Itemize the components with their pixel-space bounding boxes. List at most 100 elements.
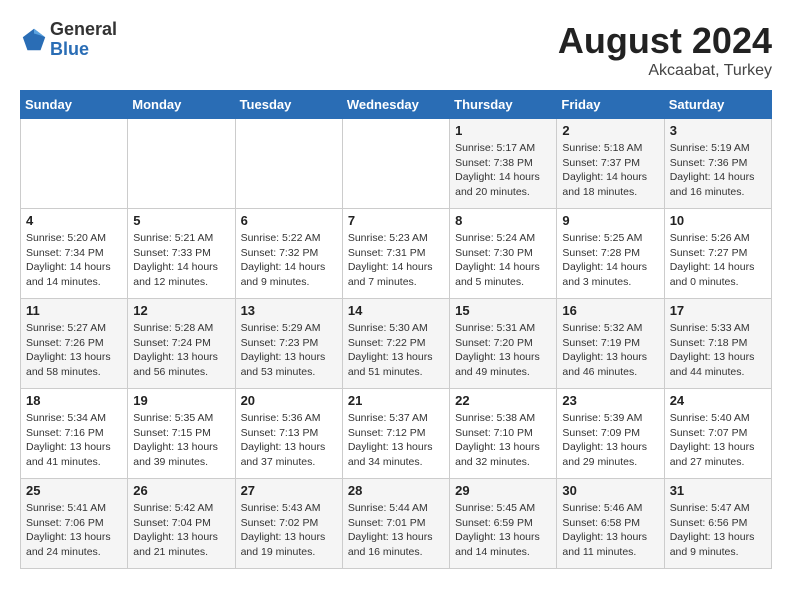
calendar-cell: 18 Sunrise: 5:34 AMSunset: 7:16 PMDayligh… <box>21 389 128 479</box>
day-number: 17 <box>670 303 766 318</box>
day-number: 14 <box>348 303 444 318</box>
calendar-cell: 2Sunrise: 5:18 AMSunset: 7:37 PMDaylight… <box>557 119 664 209</box>
calendar-cell: 8 Sunrise: 5:24 AMSunset: 7:30 PMDaylight… <box>450 209 557 299</box>
day-info: Sunrise: 5:31 AMSunset: 7:20 PMDaylight:… <box>455 321 551 380</box>
day-number: 15 <box>455 303 551 318</box>
day-info: Sunrise: 5:34 AMSunset: 7:16 PMDaylight:… <box>26 411 122 470</box>
calendar-cell: 24 Sunrise: 5:40 AMSunset: 7:07 PMDayligh… <box>664 389 771 479</box>
calendar-cell: 29Sunrise: 5:45 AMSunset: 6:59 PMDayligh… <box>450 479 557 569</box>
day-number: 1 <box>455 123 551 138</box>
day-number: 16 <box>562 303 658 318</box>
day-number: 6 <box>241 213 337 228</box>
day-info: Sunrise: 5:40 AMSunset: 7:07 PMDaylight:… <box>670 411 766 470</box>
calendar-cell: 12Sunrise: 5:28 AMSunset: 7:24 PMDayligh… <box>128 299 235 389</box>
calendar-cell <box>21 119 128 209</box>
day-number: 7 <box>348 213 444 228</box>
calendar-cell: 23 Sunrise: 5:39 AMSunset: 7:09 PMDayligh… <box>557 389 664 479</box>
calendar-cell: 3 Sunrise: 5:19 AMSunset: 7:36 PMDaylight… <box>664 119 771 209</box>
calendar-cell: 26 Sunrise: 5:42 AMSunset: 7:04 PMDayligh… <box>128 479 235 569</box>
day-number: 27 <box>241 483 337 498</box>
day-info: Sunrise: 5:46 AMSunset: 6:58 PMDaylight:… <box>562 501 658 560</box>
day-info: Sunrise: 5:36 AMSunset: 7:13 PMDaylight:… <box>241 411 337 470</box>
day-number: 30 <box>562 483 658 498</box>
day-number: 3 <box>670 123 766 138</box>
calendar-cell: 13 Sunrise: 5:29 AMSunset: 7:23 PMDayligh… <box>235 299 342 389</box>
day-info: Sunrise: 5:25 AMSunset: 7:28 PMDaylight:… <box>562 231 658 290</box>
weekday-header-wednesday: Wednesday <box>342 91 449 119</box>
day-info: Sunrise: 5:26 AMSunset: 7:27 PMDaylight:… <box>670 231 766 290</box>
day-number: 21 <box>348 393 444 408</box>
day-number: 10 <box>670 213 766 228</box>
calendar-cell: 22 Sunrise: 5:38 AMSunset: 7:10 PMDayligh… <box>450 389 557 479</box>
day-number: 18 <box>26 393 122 408</box>
calendar-cell: 30 Sunrise: 5:46 AMSunset: 6:58 PMDayligh… <box>557 479 664 569</box>
day-number: 20 <box>241 393 337 408</box>
day-info: Sunrise: 5:35 AMSunset: 7:15 PMDaylight:… <box>133 411 229 470</box>
weekday-header-thursday: Thursday <box>450 91 557 119</box>
day-number: 2 <box>562 123 658 138</box>
calendar-cell: 9 Sunrise: 5:25 AMSunset: 7:28 PMDaylight… <box>557 209 664 299</box>
calendar-cell <box>128 119 235 209</box>
day-number: 24 <box>670 393 766 408</box>
day-info: Sunrise: 5:29 AMSunset: 7:23 PMDaylight:… <box>241 321 337 380</box>
week-row-1: 1 Sunrise: 5:17 AMSunset: 7:38 PMDaylight… <box>21 119 772 209</box>
week-row-5: 25 Sunrise: 5:41 AMSunset: 7:06 PMDayligh… <box>21 479 772 569</box>
day-number: 19 <box>133 393 229 408</box>
day-number: 12 <box>133 303 229 318</box>
day-number: 28 <box>348 483 444 498</box>
calendar-cell: 4 Sunrise: 5:20 AMSunset: 7:34 PMDaylight… <box>21 209 128 299</box>
week-row-4: 18 Sunrise: 5:34 AMSunset: 7:16 PMDayligh… <box>21 389 772 479</box>
calendar-cell: 16Sunrise: 5:32 AMSunset: 7:19 PMDayligh… <box>557 299 664 389</box>
week-row-2: 4 Sunrise: 5:20 AMSunset: 7:34 PMDaylight… <box>21 209 772 299</box>
day-number: 13 <box>241 303 337 318</box>
week-row-3: 11Sunrise: 5:27 AMSunset: 7:26 PMDayligh… <box>21 299 772 389</box>
calendar-cell <box>342 119 449 209</box>
day-number: 23 <box>562 393 658 408</box>
weekday-header-row: SundayMondayTuesdayWednesdayThursdayFrid… <box>21 91 772 119</box>
day-info: Sunrise: 5:38 AMSunset: 7:10 PMDaylight:… <box>455 411 551 470</box>
day-number: 26 <box>133 483 229 498</box>
page-header: General Blue August 2024 Akcaabat, Turke… <box>20 20 772 80</box>
day-number: 31 <box>670 483 766 498</box>
calendar-cell <box>235 119 342 209</box>
month-year-title: August 2024 <box>558 20 772 62</box>
day-number: 4 <box>26 213 122 228</box>
calendar-cell: 5Sunrise: 5:21 AMSunset: 7:33 PMDaylight… <box>128 209 235 299</box>
day-info: Sunrise: 5:45 AMSunset: 6:59 PMDaylight:… <box>455 501 551 560</box>
calendar-cell: 11Sunrise: 5:27 AMSunset: 7:26 PMDayligh… <box>21 299 128 389</box>
calendar-cell: 15 Sunrise: 5:31 AMSunset: 7:20 PMDayligh… <box>450 299 557 389</box>
day-info: Sunrise: 5:23 AMSunset: 7:31 PMDaylight:… <box>348 231 444 290</box>
day-info: Sunrise: 5:47 AMSunset: 6:56 PMDaylight:… <box>670 501 766 560</box>
logo-general-text: General <box>50 20 117 40</box>
weekday-header-saturday: Saturday <box>664 91 771 119</box>
calendar-table: SundayMondayTuesdayWednesdayThursdayFrid… <box>20 90 772 569</box>
calendar-cell: 27Sunrise: 5:43 AMSunset: 7:02 PMDayligh… <box>235 479 342 569</box>
day-info: Sunrise: 5:42 AMSunset: 7:04 PMDaylight:… <box>133 501 229 560</box>
calendar-cell: 31 Sunrise: 5:47 AMSunset: 6:56 PMDayligh… <box>664 479 771 569</box>
day-info: Sunrise: 5:19 AMSunset: 7:36 PMDaylight:… <box>670 141 766 200</box>
day-info: Sunrise: 5:20 AMSunset: 7:34 PMDaylight:… <box>26 231 122 290</box>
day-info: Sunrise: 5:37 AMSunset: 7:12 PMDaylight:… <box>348 411 444 470</box>
calendar-cell: 28 Sunrise: 5:44 AMSunset: 7:01 PMDayligh… <box>342 479 449 569</box>
day-info: Sunrise: 5:27 AMSunset: 7:26 PMDaylight:… <box>26 321 122 380</box>
calendar-cell: 10 Sunrise: 5:26 AMSunset: 7:27 PMDayligh… <box>664 209 771 299</box>
calendar-cell: 19 Sunrise: 5:35 AMSunset: 7:15 PMDayligh… <box>128 389 235 479</box>
day-info: Sunrise: 5:41 AMSunset: 7:06 PMDaylight:… <box>26 501 122 560</box>
day-number: 25 <box>26 483 122 498</box>
day-info: Sunrise: 5:33 AMSunset: 7:18 PMDaylight:… <box>670 321 766 380</box>
location-subtitle: Akcaabat, Turkey <box>558 62 772 80</box>
day-number: 8 <box>455 213 551 228</box>
day-info: Sunrise: 5:44 AMSunset: 7:01 PMDaylight:… <box>348 501 444 560</box>
logo-blue-text: Blue <box>50 40 117 60</box>
weekday-header-friday: Friday <box>557 91 664 119</box>
day-number: 9 <box>562 213 658 228</box>
day-info: Sunrise: 5:30 AMSunset: 7:22 PMDaylight:… <box>348 321 444 380</box>
calendar-cell: 21 Sunrise: 5:37 AMSunset: 7:12 PMDayligh… <box>342 389 449 479</box>
day-info: Sunrise: 5:24 AMSunset: 7:30 PMDaylight:… <box>455 231 551 290</box>
weekday-header-tuesday: Tuesday <box>235 91 342 119</box>
logo-icon <box>20 26 48 54</box>
calendar-cell: 1 Sunrise: 5:17 AMSunset: 7:38 PMDaylight… <box>450 119 557 209</box>
day-info: Sunrise: 5:17 AMSunset: 7:38 PMDaylight:… <box>455 141 551 200</box>
day-number: 22 <box>455 393 551 408</box>
day-info: Sunrise: 5:39 AMSunset: 7:09 PMDaylight:… <box>562 411 658 470</box>
